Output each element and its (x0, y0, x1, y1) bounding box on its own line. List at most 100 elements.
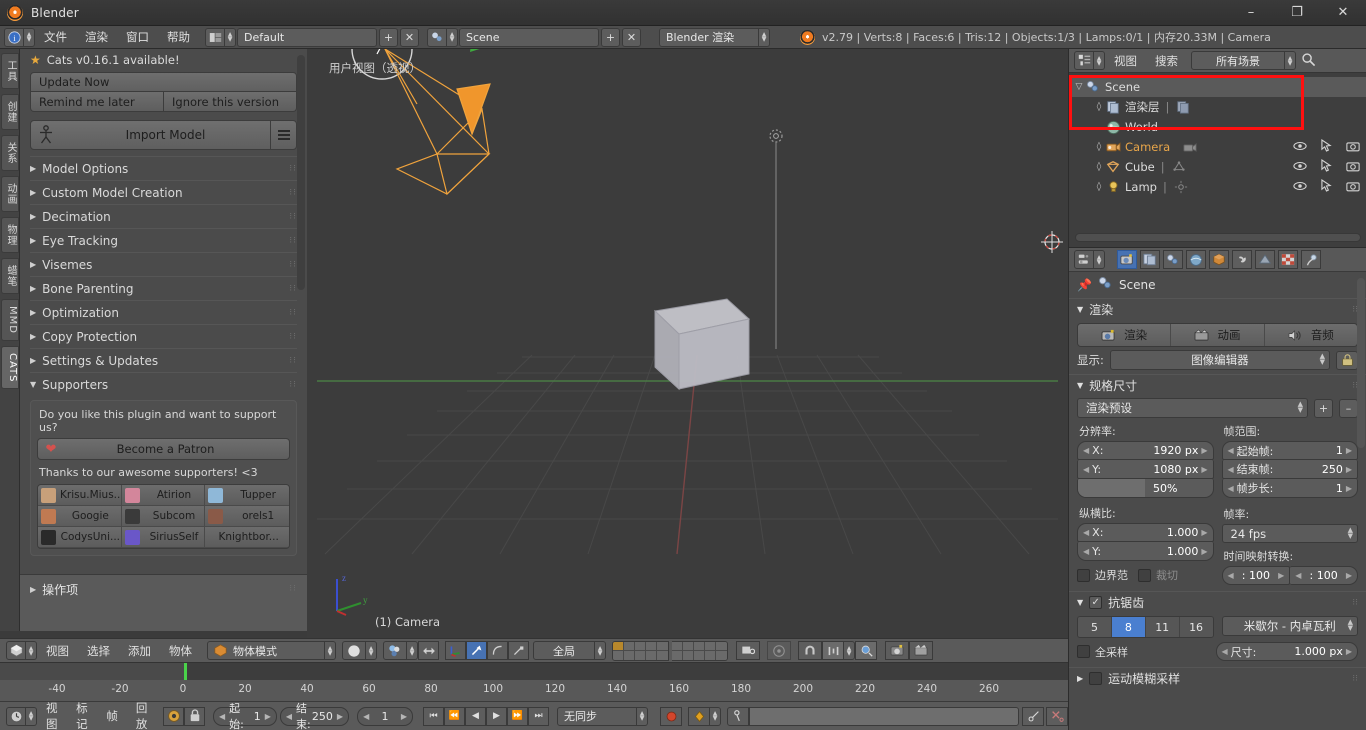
frame-step-field[interactable]: ◀ 帧步长: 1 ▶ (1221, 479, 1358, 498)
pivot-point-group[interactable]: ▲ ▼ (383, 641, 439, 660)
arrow-left-icon[interactable]: ◀ (286, 712, 292, 721)
tab-modifiers-properties[interactable] (1255, 250, 1275, 269)
layer-cell[interactable] (672, 650, 683, 660)
list-item[interactable]: Krisu.Mius... (38, 485, 122, 506)
tab-render-layers-properties[interactable] (1140, 250, 1160, 269)
aspect-x-field[interactable]: ◀ X: 1.000 ▶ (1077, 523, 1214, 542)
arrow-right-icon[interactable]: ▶ (1346, 465, 1352, 474)
lamp-data-icon[interactable] (1173, 179, 1189, 195)
render-preset-dropdown[interactable]: 渲染预设 ▲ ▼ (1077, 398, 1308, 418)
record-keyframes-icon[interactable] (660, 706, 682, 726)
delete-screen-button[interactable]: ✕ (400, 27, 419, 47)
snap-target-icon[interactable] (855, 641, 877, 660)
properties-scrollbar[interactable] (1357, 278, 1365, 448)
maximize-button[interactable]: ❐ (1274, 0, 1320, 26)
arrow-left-icon[interactable]: ◀ (1083, 547, 1089, 556)
expand-icon[interactable]: ◊ (1093, 182, 1105, 192)
time-remap-new-field[interactable]: ◀ : 100 ▶ (1290, 566, 1358, 585)
active-keying-set-group[interactable] (727, 706, 1068, 726)
play-button[interactable]: ▶ (486, 706, 507, 726)
render-opengl-animation-icon[interactable] (909, 641, 933, 660)
delete-scene-button[interactable]: ✕ (622, 27, 641, 47)
arrow-right-icon[interactable]: ▶ (265, 712, 271, 721)
play-reverse-button[interactable]: ◀ (465, 706, 486, 726)
tab-constraints-properties[interactable] (1232, 250, 1252, 269)
viewport-shading-group[interactable]: ▲ ▼ (342, 641, 377, 660)
outliner-menu-view[interactable]: 视图 (1105, 51, 1146, 71)
layer-cell[interactable] (705, 650, 716, 660)
render-engine-field[interactable]: Blender 渲染 (659, 27, 759, 47)
properties-editor-type-selector[interactable]: ▲ ▼ (1074, 250, 1105, 269)
crop-checkbox[interactable] (1138, 568, 1151, 582)
restrict-select-icon[interactable] (1321, 178, 1332, 195)
layer-cell[interactable] (613, 650, 624, 660)
section-bone-parenting[interactable]: ▶ Bone Parenting ⁝⁝ (30, 276, 297, 300)
layer-cell[interactable] (694, 650, 705, 660)
viewport-menu-add[interactable]: 添加 (119, 639, 160, 662)
next-keyframe-button[interactable]: ⏩ (507, 706, 528, 726)
interaction-mode-spinner[interactable]: ▲ ▼ (325, 641, 336, 660)
arrow-right-icon[interactable]: ▶ (1346, 647, 1352, 656)
tab-object-properties[interactable] (1209, 250, 1229, 269)
tab-material-properties[interactable] (1278, 250, 1298, 269)
viewport-menu-object[interactable]: 物体 (160, 639, 201, 662)
sidebar-tab-physics[interactable]: 物理 (1, 217, 19, 253)
sync-mode-group[interactable]: 无同步 ▲ ▼ (557, 706, 648, 726)
timeline-strip[interactable] (0, 663, 1068, 680)
resolution-percentage-slider[interactable]: 50% (1077, 479, 1214, 498)
timeline-menu-view[interactable]: 视图 (37, 701, 67, 730)
remove-preset-button[interactable]: – (1339, 398, 1358, 418)
tab-render-properties[interactable] (1117, 250, 1137, 269)
aa-option-16[interactable]: 16 (1179, 617, 1213, 637)
layer-cell[interactable] (694, 641, 705, 651)
editor-type-selector[interactable]: i ▲ ▼ (4, 27, 35, 47)
lock-scene-icon[interactable] (736, 641, 760, 660)
menu-help[interactable]: 帮助 (158, 26, 199, 49)
sidebar-tab-grease-pencil[interactable]: 蜡笔 (1, 258, 19, 294)
outliner-row-render-layer[interactable]: ◊ 渲染层 | (1069, 97, 1366, 117)
frame-end-field[interactable]: ◀ 结束帧: 250 ▶ (1221, 460, 1358, 479)
sidebar-tab-create[interactable]: 创建 (1, 94, 19, 130)
transform-orientation-group[interactable]: 全局 ▲ ▼ (533, 641, 606, 660)
frame-end-field[interactable]: ◀ 结束: 250 ▶ (279, 702, 350, 730)
manipulate-center-points-toggle[interactable] (418, 641, 439, 660)
toolpanel-scrollbar[interactable] (297, 55, 305, 290)
render-audio-button[interactable]: 音频 (1264, 324, 1357, 346)
restrict-render-icon[interactable] (1346, 140, 1360, 155)
add-screen-button[interactable]: + (379, 27, 398, 47)
interaction-mode-selector[interactable]: 物体模式 (207, 641, 325, 660)
arrow-right-icon[interactable]: ▶ (1346, 484, 1352, 493)
arrow-right-icon[interactable]: ▶ (1346, 571, 1352, 580)
become-a-patron-button[interactable]: ❤ Become a Patron (37, 438, 290, 460)
list-item[interactable]: Googie (38, 506, 122, 527)
keyingset-icon[interactable] (688, 706, 710, 726)
full-sample-checkbox[interactable] (1077, 645, 1090, 658)
full-sample-group[interactable]: 全采样 (1077, 644, 1208, 660)
layer-cell[interactable] (624, 650, 635, 660)
timeline-playhead[interactable] (184, 663, 187, 680)
outliner-row-cube[interactable]: ◊ Cube | (1069, 157, 1366, 177)
screen-layout-field[interactable]: Default (237, 27, 377, 47)
ignore-this-version-button[interactable]: Ignore this version (164, 92, 297, 112)
aa-option-11[interactable]: 11 (1145, 617, 1180, 637)
layer-cell[interactable] (672, 641, 683, 651)
list-item[interactable]: Atirion (121, 485, 206, 506)
section-header-dimensions[interactable]: ▼ 规格尺寸 ⁝⁝ (1069, 374, 1366, 396)
transform-orientation-field[interactable]: 全局 (533, 641, 595, 660)
section-header-render[interactable]: ▼ 渲染 ⁝⁝ (1069, 298, 1366, 320)
layer-cell[interactable] (683, 641, 694, 651)
frame-start-field[interactable]: ◀ 起始: 1 ▶ (213, 702, 277, 730)
aa-option-8[interactable]: 8 (1111, 617, 1146, 637)
motion-blur-checkbox[interactable] (1089, 672, 1103, 685)
display-mode-dropdown[interactable]: 图像编辑器 ▲ ▼ (1109, 350, 1330, 370)
outliner-row-world[interactable]: World (1069, 117, 1366, 137)
list-item[interactable]: Subcom (121, 506, 206, 527)
sidebar-tab-cats[interactable]: CATS (1, 345, 19, 390)
outliner-menu-search[interactable]: 搜索 (1146, 51, 1187, 71)
tab-texture-properties[interactable] (1301, 250, 1321, 269)
viewport-menu-view[interactable]: 视图 (37, 639, 78, 662)
layer-cell[interactable] (635, 641, 646, 651)
timeline-menu-frame[interactable]: 帧 (97, 705, 127, 728)
arrow-right-icon[interactable]: ▶ (337, 712, 343, 721)
minimize-button[interactable]: – (1228, 0, 1274, 26)
